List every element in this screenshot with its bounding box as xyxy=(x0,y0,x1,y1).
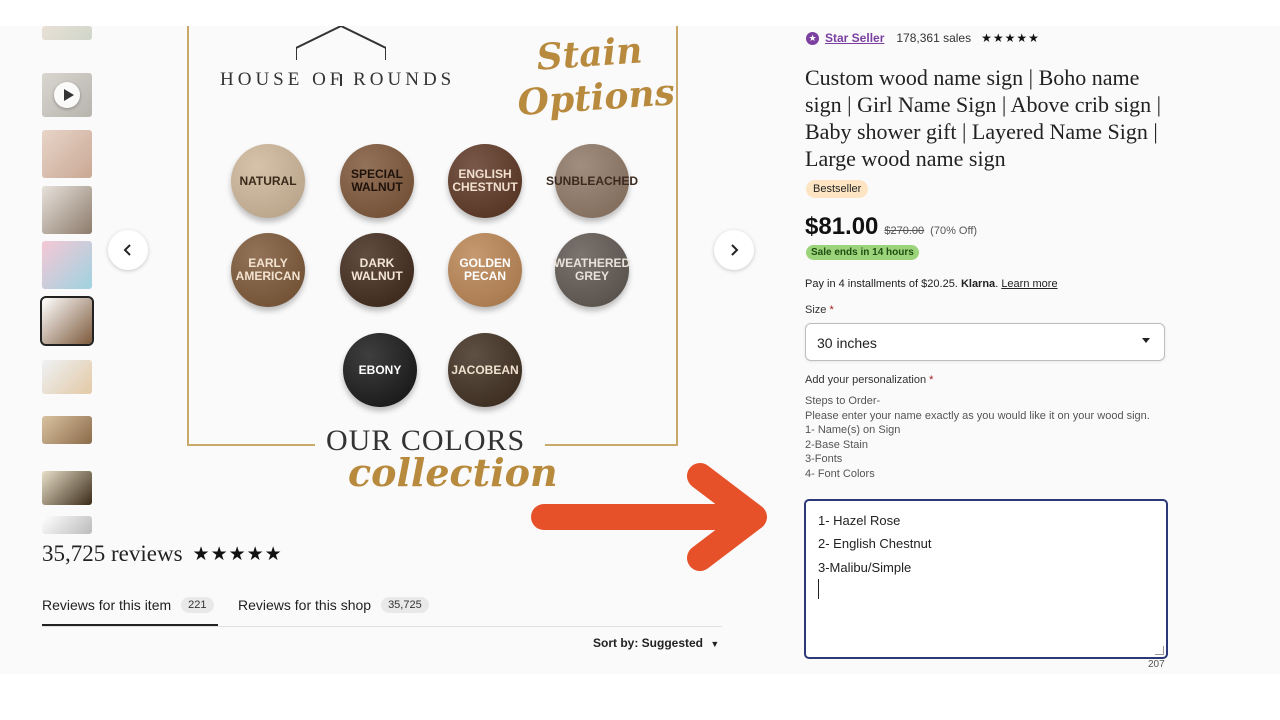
installments-info: Pay in 4 installments of $20.25. Klarna.… xyxy=(805,278,1058,290)
current-price: $81.00 xyxy=(805,213,879,240)
size-label: Size * xyxy=(805,304,834,316)
tab-count-badge: 221 xyxy=(181,597,214,613)
previous-image-button[interactable] xyxy=(108,230,148,270)
thumbnail-image xyxy=(42,130,92,178)
size-select-value: 30 inches xyxy=(817,335,877,351)
tab-count-badge: 35,725 xyxy=(381,597,429,613)
thumbnail-image xyxy=(42,360,92,394)
play-icon xyxy=(54,82,80,108)
reviews-tabs: Reviews for this item 221 Reviews for th… xyxy=(42,594,722,627)
main-product-image: HOUSE OF ROUNDS Stain Options NATURAL SPE… xyxy=(150,26,710,506)
next-image-button[interactable] xyxy=(714,230,754,270)
resize-handle-icon[interactable] xyxy=(1155,646,1164,655)
size-label-text: Size xyxy=(805,304,827,316)
stain-swatch: DARK WALNUT xyxy=(340,233,414,307)
tab-label: Reviews for this shop xyxy=(238,597,372,613)
textarea-line: 1- Hazel Rose xyxy=(818,513,901,528)
thumbnail-photo-4[interactable] xyxy=(42,186,92,234)
thumbnail-photo-8[interactable] xyxy=(42,416,92,444)
personalization-label-text: Add your personalization xyxy=(805,374,927,386)
star-seller-link[interactable]: Star Seller xyxy=(825,31,884,45)
size-select[interactable]: 30 inches xyxy=(805,323,1165,361)
seller-info: ★ Star Seller 178,361 sales ★★★★★ xyxy=(806,31,1040,45)
price-row: $81.00 $270.00 (70% Off) xyxy=(805,213,977,241)
required-asterisk: * xyxy=(929,374,934,386)
character-count: 207 xyxy=(1148,659,1165,670)
stain-options-heading: Stain Options xyxy=(513,27,676,125)
personalization-instructions: Steps to Order- Please enter your name e… xyxy=(805,394,1165,482)
tab-reviews-item[interactable]: Reviews for this item 221 xyxy=(42,594,214,616)
thumbnail-image xyxy=(42,241,92,289)
shop-rating-stars-icon: ★★★★★ xyxy=(981,31,1040,45)
stain-swatch: EARLY AMERICAN xyxy=(231,233,305,307)
stain-swatch: EBONY xyxy=(343,333,417,407)
brand-name: HOUSE OF ROUNDS xyxy=(220,69,456,90)
instruction-line: 3-Fonts xyxy=(805,453,843,466)
textarea-line: 2- English Chestnut xyxy=(818,536,932,551)
sort-label: Sort by: Suggested xyxy=(593,636,704,650)
thumbnail-photo-9[interactable] xyxy=(42,471,92,505)
bestseller-badge: Bestseller xyxy=(806,180,869,198)
caret-down-icon: ▼ xyxy=(710,639,720,649)
thumbnail-photo-7[interactable] xyxy=(42,360,92,394)
required-asterisk: * xyxy=(829,304,834,316)
listing-page: HOUSE OF ROUNDS Stain Options NATURAL SPE… xyxy=(0,0,1280,720)
stain-swatch: SPECIAL WALNUT xyxy=(340,144,414,218)
stain-swatch: GOLDEN PECAN xyxy=(448,233,522,307)
stain-swatch: WEATHERED GREY xyxy=(554,233,630,307)
listing-title: Custom wood name sign | Boho name sign |… xyxy=(805,65,1162,171)
text-cursor xyxy=(818,579,819,599)
thumbnail-photo-1[interactable] xyxy=(42,26,92,40)
instruction-line: 4- Font Colors xyxy=(805,467,875,480)
annotation-arrow-icon xyxy=(531,463,767,571)
reviews-count: 35,725 reviews xyxy=(42,541,183,566)
tab-reviews-shop[interactable]: Reviews for this shop 35,725 xyxy=(238,594,429,616)
star-seller-badge-icon: ★ xyxy=(806,31,819,45)
thumbnail-image xyxy=(42,516,92,534)
thumbnail-photo-10[interactable] xyxy=(42,516,92,534)
tab-label: Reviews for this item xyxy=(42,597,172,613)
thumbnail-image xyxy=(42,416,92,444)
stain-swatch: SUNBLEACHED xyxy=(546,144,638,218)
instruction-line: Steps to Order- xyxy=(805,395,881,407)
sale-ends-tag: Sale ends in 14 hours xyxy=(806,245,919,260)
textarea-line: 3-Malibu/Simple xyxy=(818,560,912,575)
chevron-down-icon xyxy=(1142,338,1150,343)
thumbnail-image xyxy=(42,186,92,234)
collection-script: collection xyxy=(348,450,558,495)
thumbnail-image xyxy=(42,298,92,344)
stain-swatch: ENGLISH CHESTNUT xyxy=(448,144,522,218)
personalization-label: Add your personalization * xyxy=(805,374,933,386)
instruction-line: 2-Base Stain xyxy=(805,438,868,451)
thumbnail-image xyxy=(42,26,92,40)
stain-swatch: JACOBEAN xyxy=(448,333,522,407)
thumbnail-photo-5[interactable] xyxy=(42,241,92,289)
instruction-line: Please enter your name exactly as you wo… xyxy=(805,409,1150,422)
discount-label: (70% Off) xyxy=(930,225,978,237)
thumbnail-photo-3[interactable] xyxy=(42,130,92,178)
stain-swatch: NATURAL xyxy=(231,144,305,218)
reviews-header: 35,725 reviews ★★★★★ xyxy=(42,541,283,567)
thumbnail-video[interactable] xyxy=(42,73,92,117)
personalization-textarea[interactable]: 1- Hazel Rose 2- English Chestnut 3-Mali… xyxy=(804,499,1168,659)
chevron-left-icon xyxy=(123,244,131,256)
sales-count: 178,361 sales xyxy=(896,31,972,45)
installments-text: Pay in 4 installments of $20.25. xyxy=(805,278,958,290)
klarna-logo: Klarna xyxy=(960,278,996,290)
learn-more-link[interactable]: Learn more xyxy=(1001,278,1057,290)
thumbnail-image xyxy=(42,471,92,505)
rating-stars-icon: ★★★★★ xyxy=(192,543,283,565)
active-tab-indicator xyxy=(42,624,218,626)
chevron-right-icon xyxy=(731,244,739,256)
sort-dropdown[interactable]: Sort by: Suggested ▼ xyxy=(593,636,719,650)
original-price: $270.00 xyxy=(884,225,925,237)
instruction-line: 1- Name(s) on Sign xyxy=(805,424,901,437)
thumbnail-photo-6[interactable] xyxy=(40,296,94,346)
bottom-band xyxy=(0,674,1280,720)
